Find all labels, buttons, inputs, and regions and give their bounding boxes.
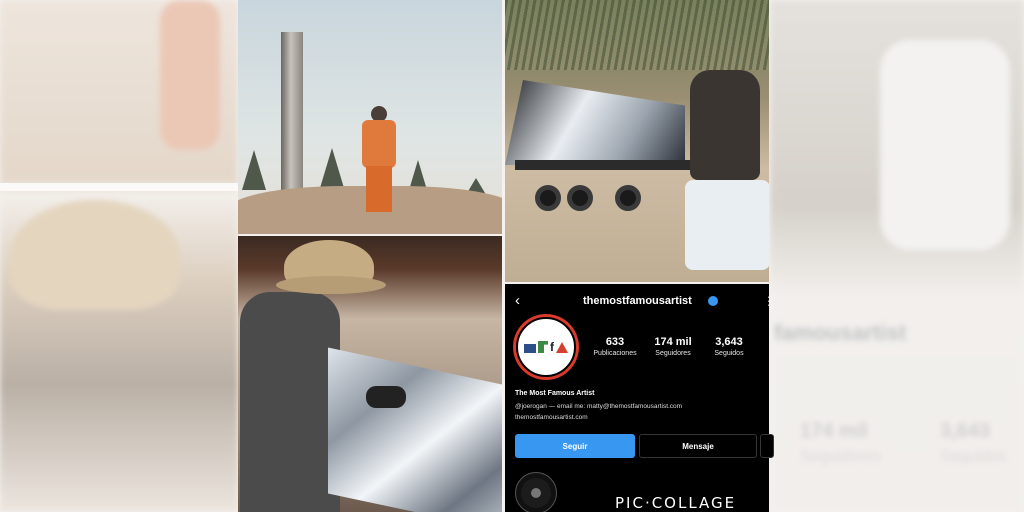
hat-brim <box>276 276 386 294</box>
stat-followers-label: Seguidores <box>655 350 691 357</box>
collage-image: famousartist 174 mil Seguidores 3,643 Se… <box>0 0 1024 512</box>
wheel-icon <box>535 185 561 211</box>
monolith <box>281 32 303 192</box>
suggested-button[interactable] <box>760 434 774 458</box>
blurred-stat2-label: Seguidos <box>940 448 1007 465</box>
stat-following[interactable]: 3,643 Seguidos <box>701 336 757 357</box>
worker <box>690 70 760 180</box>
plastic-bag <box>685 180 769 270</box>
blurred-stat1-label: Seguidores <box>800 448 881 465</box>
tree-icon <box>242 150 266 190</box>
stat-followers[interactable]: 174 mil Seguidores <box>645 336 701 357</box>
photo-grinding-metal <box>238 236 502 512</box>
blurred-handle-text: famousartist <box>774 320 907 345</box>
stat-posts[interactable]: 633 Publicaciones <box>587 336 643 357</box>
more-options-icon[interactable]: ⋮ <box>763 294 775 308</box>
wheel-icon <box>615 185 641 211</box>
highlight-icon <box>531 488 541 498</box>
cart <box>515 160 695 170</box>
wheel-icon <box>567 185 593 211</box>
profile-handle: themostfamousartist <box>583 295 692 307</box>
grinder-icon <box>366 386 406 408</box>
man-sweater <box>240 292 340 512</box>
stat-following-number: 3,643 <box>715 336 743 348</box>
avatar[interactable]: f <box>513 314 579 380</box>
blurred-background-right: famousartist 174 mil Seguidores 3,643 Se… <box>770 0 1024 512</box>
metal-panel <box>328 347 502 512</box>
blurred-bag <box>880 40 1010 250</box>
photo-monolith-desert <box>238 0 502 234</box>
story-highlight[interactable] <box>515 472 557 512</box>
profile-name: The Most Famous Artist <box>515 390 595 397</box>
stat-following-label: Seguidos <box>714 350 744 357</box>
message-button[interactable]: Mensaje <box>639 434 757 458</box>
tree-icon <box>320 148 344 188</box>
blurred-hat <box>10 200 180 310</box>
instagram-profile: ‹ themostfamousartist ⋮ f 633 Publicacio… <box>505 284 775 512</box>
tmfa-logo-icon: f <box>524 341 568 353</box>
stat-posts-number: 633 <box>605 336 625 348</box>
stat-followers-number: 174 mil <box>654 336 692 348</box>
person-legs <box>366 166 392 212</box>
profile-bio: @joerogan — email me: matty@themostfamou… <box>515 403 683 410</box>
follow-button[interactable]: Seguir <box>515 434 635 458</box>
metal-sheet <box>505 80 685 165</box>
person-orange-suit <box>362 120 396 168</box>
tree-branches <box>505 0 769 70</box>
divider <box>0 183 238 191</box>
blurred-background-left <box>0 0 238 512</box>
blurred-figure <box>160 0 220 150</box>
profile-header: ‹ themostfamousartist ⋮ <box>505 292 775 312</box>
blurred-stat1-number: 174 mil <box>800 420 868 442</box>
stat-posts-label: Publicaciones <box>593 350 637 357</box>
blurred-stat2-number: 3,643 <box>940 420 991 442</box>
profile-link[interactable]: themostfamousartist.com <box>515 414 588 421</box>
photo-metal-cart <box>505 0 769 282</box>
back-arrow-icon[interactable]: ‹ <box>515 292 520 309</box>
verified-badge-icon <box>708 296 718 306</box>
pic-collage-watermark: PIC·COLLAGE <box>615 494 737 512</box>
